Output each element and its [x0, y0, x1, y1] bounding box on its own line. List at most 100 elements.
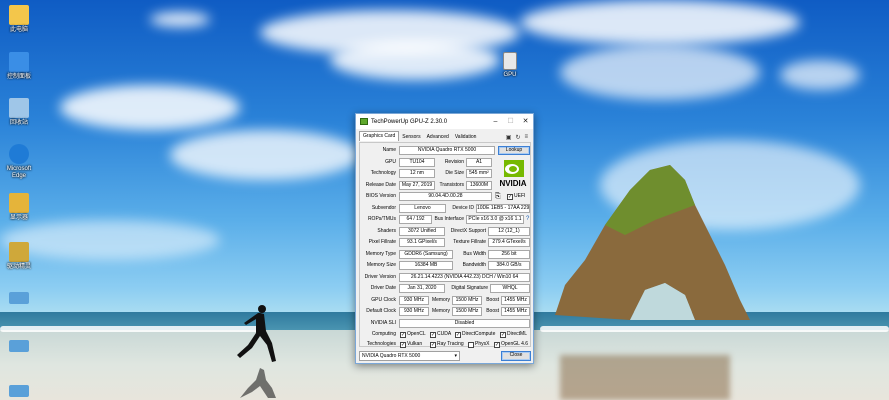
refresh-icon[interactable]: ↻: [515, 134, 520, 141]
bus-interface-help[interactable]: ?: [526, 215, 529, 224]
desktop-icon-control-panel[interactable]: 控制面板: [0, 52, 38, 81]
physx-checkbox[interactable]: PhysX: [468, 341, 489, 348]
sli-value: Disabled: [399, 318, 530, 328]
gpu-z-app-icon: [360, 118, 368, 125]
cuda-checkbox[interactable]: ✓ CUDA: [430, 331, 451, 338]
close-button[interactable]: Close: [501, 351, 531, 361]
rops-row: ROPs/TMUs 64 / 192 Bus Interface PCIe x1…: [360, 215, 532, 224]
gpu-selector-dropdown[interactable]: NVIDIA Quadro RTX 5000 ▾: [359, 351, 460, 361]
vulkan-checkbox[interactable]: ✓ Vulkan: [400, 341, 422, 348]
fillrate-row: Pixel Fillrate 93.1 GPixel/s Texture Fil…: [360, 238, 532, 247]
cloud: [60, 85, 240, 130]
driver-date-value: Jan 31, 2020: [399, 284, 445, 293]
bus-interface-value: PCIe x16 3.0 @ x16 1.1: [466, 215, 524, 224]
uefi-checkbox[interactable]: ✓ UEFI: [507, 193, 525, 200]
boost-clock-value: 1455 MHz: [501, 295, 530, 305]
desktop-icon-recycle-bin[interactable]: 回收站: [0, 98, 38, 127]
default-clock-row: Default Clock 930 MHz Memory 1500 MHz Bo…: [360, 307, 532, 316]
device-id-value: 10DE 1EB5 - 17AA 229B: [476, 203, 530, 213]
subvendor-row: Subvendor Lenovo Device ID 10DE 1EB5 - 1…: [360, 203, 532, 213]
computer-icon: [9, 52, 29, 72]
tab-toolbar: ▣ ↻ ≡: [506, 134, 533, 141]
tab-validation[interactable]: Validation: [452, 133, 480, 141]
bus-width-value: 256 bit: [488, 249, 530, 259]
gpu-label: GPU: [385, 158, 396, 165]
chevron-down-icon: ▾: [454, 353, 457, 359]
desktop-icon[interactable]: [0, 292, 38, 304]
desktop-icon-driver[interactable]: 驱动精灵: [0, 242, 38, 271]
opencl-label: OpenCL: [407, 331, 426, 337]
rops-label: ROPs/TMUs: [367, 216, 396, 222]
driver-version-row: Driver Version 26.21.14.4223 (NVIDIA 442…: [360, 272, 532, 282]
memory-clock-label: Memory: [431, 296, 450, 303]
check-mark: ✓: [455, 331, 461, 338]
bus-width-label: Bus Width: [463, 250, 486, 257]
name-row: Name NVIDIA Quadro RTX 5000 Lookup: [360, 146, 532, 155]
gpu-z-window: TechPowerUp GPU-Z 2.30.0 – ☐ ✕ Graphics …: [355, 113, 534, 364]
file-icon: [503, 52, 517, 70]
tab-advanced[interactable]: Advanced: [424, 133, 452, 141]
desktop-icon-gpu-file[interactable]: GPU: [491, 52, 529, 79]
shaders-value: 3072 Unified: [399, 226, 445, 236]
opengl-checkbox[interactable]: ✓ OpenGL 4.6: [494, 341, 528, 348]
check-mark: ✓: [430, 341, 436, 348]
digital-signature-label: Digital Signature: [451, 285, 488, 291]
maximize-button[interactable]: ☐: [503, 114, 518, 129]
uefi-check-mark: ✓: [507, 193, 513, 200]
tab-sensors[interactable]: Sensors: [399, 133, 423, 141]
directml-checkbox[interactable]: ✓ DirectML: [500, 331, 527, 338]
bandwidth-value: 384.0 GB/s: [488, 261, 530, 270]
gpu-clock-value: 930 MHz: [399, 295, 429, 305]
desktop-icon-label: 驱动精灵: [6, 264, 31, 270]
subvendor-value: Lenovo: [399, 203, 446, 213]
menu-icon[interactable]: ≡: [524, 134, 528, 141]
default-memory-label: Memory: [431, 308, 450, 314]
check-mark: ✓: [400, 331, 406, 338]
desktop-icon[interactable]: [0, 385, 38, 397]
memory-type-row: Memory Type GDDR6 (Samsung) Bus Width 25…: [360, 249, 532, 259]
opengl-label: OpenGL 4.6: [501, 341, 529, 347]
minimize-button[interactable]: –: [488, 114, 503, 129]
uefi-label: UEFI: [514, 193, 526, 199]
bios-label: BIOS Version: [365, 193, 396, 199]
close-window-button[interactable]: ✕: [518, 114, 533, 129]
rock-arch: [555, 165, 750, 320]
window-title: TechPowerUp GPU-Z 2.30.0: [371, 118, 448, 125]
tab-graphics-card[interactable]: Graphics Card: [359, 131, 400, 141]
share-icon[interactable]: ⎘: [495, 192, 501, 201]
desktop-icon-label: GPU: [503, 72, 517, 78]
nvidia-logo-text: NVIDIA: [499, 179, 526, 188]
driver-version-value: 26.21.14.4223 (NVIDIA 442.23) DCH / Win1…: [399, 272, 530, 282]
lookup-button[interactable]: Lookup: [498, 146, 530, 155]
ray-tracing-checkbox[interactable]: ✓ Ray Tracing: [430, 341, 464, 348]
bottom-bar: NVIDIA Quadro RTX 5000 ▾ Close: [359, 351, 531, 362]
sli-row: NVIDIA SLI Disabled: [360, 318, 532, 328]
directcompute-checkbox[interactable]: ✓ DirectCompute: [455, 331, 495, 338]
revision-value: A1: [466, 157, 492, 167]
transistors-value: 13600M: [466, 180, 492, 190]
memory-type-value: GDDR6 (Samsung): [399, 249, 453, 259]
die-size-value: 545 mm²: [466, 169, 492, 178]
graphics-card-panel: Name NVIDIA Quadro RTX 5000 Lookup GPU T…: [359, 142, 532, 349]
opencl-checkbox[interactable]: ✓ OpenCL: [400, 331, 426, 338]
desktop-icon-this-pc[interactable]: 此电脑: [0, 5, 38, 34]
wave-foam: [540, 326, 889, 332]
check-mark: ✓: [494, 341, 500, 348]
desktop-icon-display[interactable]: 显示器: [0, 193, 38, 222]
rops-value: 64 / 192: [399, 215, 432, 224]
vulkan-label: Vulkan: [407, 341, 423, 347]
default-boost-label: Boost: [486, 308, 499, 314]
cloud: [170, 130, 360, 180]
runner-silhouette: [237, 305, 276, 362]
technologies-row: Technologies ✓ Vulkan ✓ Ray Tracing PhysX …: [360, 340, 532, 349]
desktop-icon-edge[interactable]: Microsoft Edge: [0, 144, 38, 180]
camera-icon[interactable]: ▣: [506, 134, 512, 141]
title-bar[interactable]: TechPowerUp GPU-Z 2.30.0 – ☐ ✕: [356, 114, 533, 129]
runner-reflection: [240, 368, 276, 398]
image-file-icon: [9, 292, 29, 304]
name-label: Name: [382, 147, 396, 153]
folder-icon: [9, 5, 29, 25]
empty-check: [468, 341, 474, 348]
technology-label: Technology: [370, 170, 396, 176]
desktop-icon[interactable]: [0, 340, 38, 352]
